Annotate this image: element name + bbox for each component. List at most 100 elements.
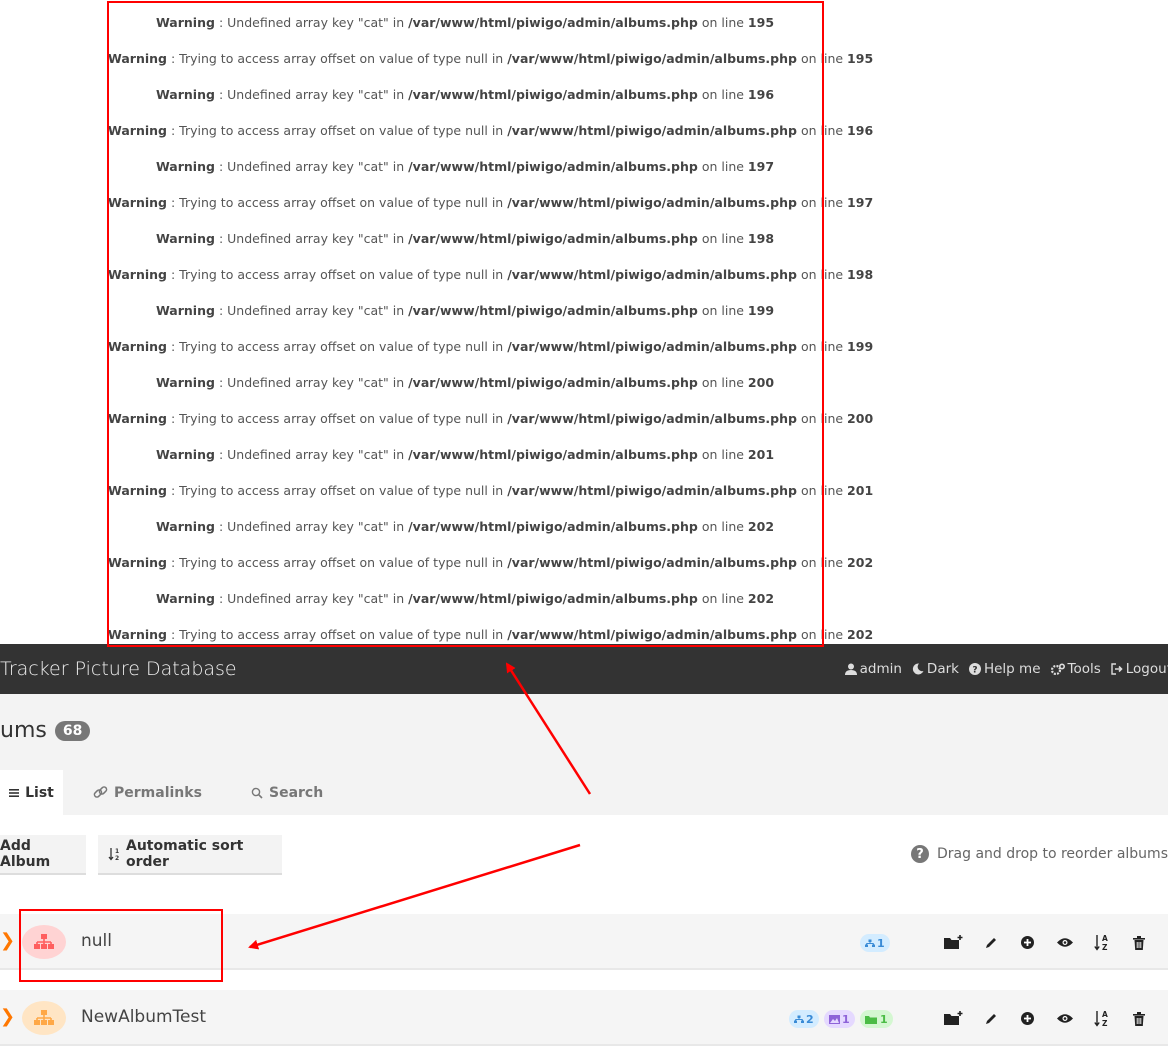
album-row[interactable]: ❯ null 1 A Z: [0, 914, 1168, 970]
menu-label: Logout: [1125, 661, 1168, 677]
album-tree-icon: [22, 1001, 66, 1035]
warning-message: Undefined array key "cat" in: [227, 303, 405, 318]
album-name[interactable]: null: [81, 931, 112, 951]
warning-on-line: on line: [701, 87, 744, 102]
svg-text:A: A: [1102, 1010, 1108, 1019]
warning-line: Warning : Undefined array key "cat" in /…: [155, 231, 775, 246]
eye-icon[interactable]: [1055, 1009, 1074, 1028]
album-tree-icon: [22, 925, 66, 959]
warning-on-line: on line: [701, 303, 744, 318]
row-actions: AZ: [944, 1009, 1148, 1028]
warning-on-line: on line: [800, 51, 844, 66]
warning-file: /var/www/html/piwigo/admin/albums.php: [408, 231, 698, 246]
trash-icon[interactable]: [1129, 1009, 1148, 1028]
sort-alpha-icon[interactable]: AZ: [1092, 933, 1111, 952]
tab-list[interactable]: List: [0, 770, 63, 815]
menu-item-admin[interactable]: admin: [844, 661, 902, 677]
plus-circle-icon[interactable]: [1018, 1009, 1037, 1028]
edit-pencil-icon[interactable]: [981, 1009, 1000, 1028]
drag-hint-text: Drag and drop to reorder albums: [937, 846, 1168, 862]
question-circle-icon: ?: [911, 845, 929, 863]
warning-file: /var/www/html/piwigo/admin/albums.php: [507, 267, 797, 282]
menu-item-dark[interactable]: Dark: [912, 661, 959, 677]
site-title[interactable]: Tracker Picture Database: [0, 658, 237, 680]
warning-line: Warning : Undefined array key "cat" in /…: [155, 591, 775, 606]
menu-label: Tools: [1067, 661, 1101, 677]
add-sub-album-icon[interactable]: [944, 1009, 963, 1028]
warning-on-line: on line: [800, 195, 844, 210]
warning-line: 196: [747, 87, 775, 102]
add-sub-album-icon[interactable]: [944, 933, 963, 952]
warning-message: Undefined array key "cat" in: [227, 519, 405, 534]
warning-line: Warning : Trying to access array offset …: [108, 627, 874, 642]
add-album-button[interactable]: Add Album: [0, 835, 86, 875]
top-navbar: Tracker Picture Database admin Dark ? He…: [0, 644, 1168, 694]
menu-item-tools[interactable]: Tools: [1050, 661, 1101, 677]
trash-icon[interactable]: [1129, 933, 1148, 952]
expand-chevron-icon[interactable]: ❯: [0, 930, 15, 951]
warning-kind: Warning: [155, 231, 215, 246]
warning-kind: Warning: [155, 591, 215, 606]
warning-line: Warning : Undefined array key "cat" in /…: [155, 15, 775, 30]
warning-line: 196: [847, 123, 874, 138]
warning-line: 202: [847, 627, 874, 642]
page-title-text: ums: [0, 718, 47, 743]
warning-kind: Warning: [155, 375, 215, 390]
warning-on-line: on line: [800, 555, 844, 570]
warning-file: /var/www/html/piwigo/admin/albums.php: [507, 627, 797, 642]
warning-message: Trying to access array offset on value o…: [179, 627, 504, 642]
warning-line: 195: [747, 15, 775, 30]
tab-permalinks[interactable]: Permalinks: [93, 770, 202, 815]
warning-file: /var/www/html/piwigo/admin/albums.php: [507, 123, 797, 138]
expand-chevron-icon[interactable]: ❯: [0, 1006, 15, 1027]
warning-file: /var/www/html/piwigo/admin/albums.php: [507, 195, 797, 210]
warning-kind: Warning: [108, 555, 167, 570]
warning-line: Warning : Undefined array key "cat" in /…: [155, 375, 775, 390]
eye-icon[interactable]: [1055, 933, 1074, 952]
warning-file: /var/www/html/piwigo/admin/albums.php: [507, 51, 797, 66]
warning-line: 201: [847, 483, 874, 498]
warning-kind: Warning: [155, 15, 215, 30]
image-icon: [829, 1014, 840, 1024]
edit-pencil-icon[interactable]: [981, 933, 1000, 952]
warning-line: 198: [847, 267, 874, 282]
warning-line: 195: [847, 51, 874, 66]
warning-line: Warning : Undefined array key "cat" in /…: [155, 159, 775, 174]
warning-on-line: on line: [800, 339, 844, 354]
warning-on-line: on line: [800, 627, 844, 642]
warning-kind: Warning: [108, 195, 167, 210]
tab-bar: List Permalinks Search: [0, 770, 1168, 815]
warning-message: Trying to access array offset on value o…: [179, 51, 504, 66]
sub-images-badge: 1: [860, 1010, 893, 1028]
warning-message: Trying to access array offset on value o…: [179, 267, 504, 282]
warning-on-line: on line: [701, 447, 744, 462]
warning-file: /var/www/html/piwigo/admin/albums.php: [507, 339, 797, 354]
warning-message: Undefined array key "cat" in: [227, 591, 405, 606]
svg-text:?: ?: [972, 666, 977, 676]
menu-label: Help me: [983, 661, 1041, 677]
warning-line: 202: [847, 555, 874, 570]
warning-line: 197: [747, 159, 775, 174]
warning-on-line: on line: [800, 411, 844, 426]
menu-item-logout[interactable]: Logout: [1111, 661, 1168, 677]
sort-alpha-icon[interactable]: AZ: [1092, 1009, 1111, 1028]
album-row[interactable]: ❯ NewAlbumTest 2 1 1 A Z: [0, 990, 1168, 1046]
warning-on-line: on line: [800, 267, 844, 282]
warning-message: Undefined array key "cat" in: [227, 159, 405, 174]
tab-search[interactable]: Search: [251, 770, 323, 815]
warning-kind: Warning: [108, 411, 167, 426]
warning-kind: Warning: [155, 303, 215, 318]
svg-text:Z: Z: [1102, 943, 1108, 951]
warning-file: /var/www/html/piwigo/admin/albums.php: [507, 555, 797, 570]
plus-circle-icon[interactable]: [1018, 933, 1037, 952]
automatic-sort-button[interactable]: 12 Automatic sort order: [98, 835, 282, 875]
album-name[interactable]: NewAlbumTest: [81, 1007, 206, 1027]
warning-line: Warning : Trying to access array offset …: [108, 555, 874, 570]
svg-text:2: 2: [115, 855, 119, 861]
warning-on-line: on line: [800, 483, 844, 498]
warning-kind: Warning: [108, 51, 167, 66]
menu-item-help[interactable]: ? Help me: [968, 661, 1041, 677]
sort-order-label: Automatic sort order: [126, 838, 244, 870]
album-list-panel: Add Album 12 Automatic sort order ? Drag…: [0, 815, 1168, 1055]
warning-kind: Warning: [155, 447, 215, 462]
